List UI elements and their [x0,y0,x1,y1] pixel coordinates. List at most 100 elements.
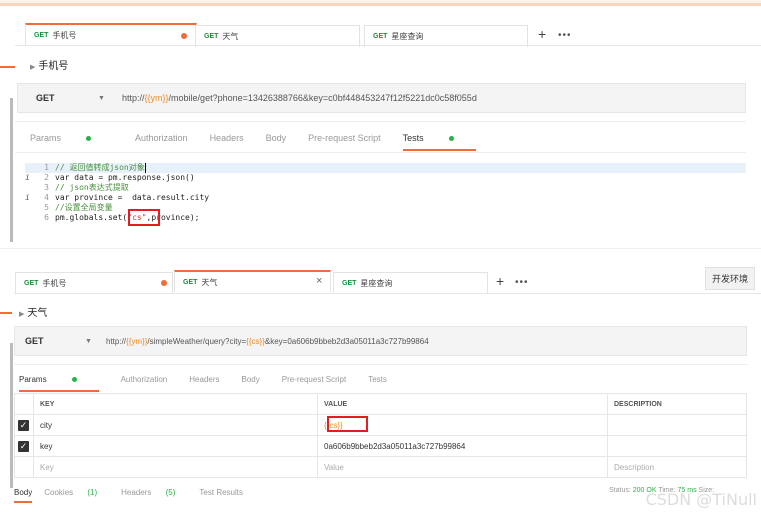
tab-method: GET [183,278,198,286]
tab-horoscope[interactable]: GET 星座查询 [364,25,528,47]
tab-tests-label: Tests [402,133,424,143]
left-accent-icon [0,312,12,314]
info-icon: i [25,193,30,202]
value-placeholder[interactable]: Value [317,456,608,478]
more-tabs-icon[interactable]: ••• [558,30,572,41]
request-name[interactable]: ▶ 手机号 [30,57,68,72]
tab-horoscope[interactable]: GET 星座查询 [333,272,488,294]
tab-phone[interactable]: GET 手机号 [25,23,197,45]
separator-line [0,248,761,249]
checkbox-checked-icon[interactable]: ✓ [18,440,29,452]
url-variable: {{ym}} [126,336,148,346]
tab-label: 星座查询 [391,32,424,41]
new-tab-plus-icon[interactable]: + [496,273,504,289]
description-placeholder[interactable]: Description [607,456,747,478]
method-select[interactable]: GET [36,93,55,103]
tab-weather[interactable]: GET 天气 × [174,270,331,292]
tab-authorization[interactable]: Authorization [135,133,188,143]
response-tab-cookies[interactable]: Cookies (1) [44,488,109,497]
code-line: i 2 var data = pm.response.json() [25,173,746,183]
tab-headers[interactable]: Headers [210,133,244,143]
new-tab-plus-icon[interactable]: + [538,26,546,42]
unsaved-dot-icon [181,33,187,39]
tab-prerequest-script[interactable]: Pre-request Script [308,133,381,143]
line-number: 1 [44,163,49,172]
url-bar: GET ▼ http://{{ym}}/simpleWeather/query?… [14,326,747,356]
tab-prerequest-script[interactable]: Pre-request Script [282,375,346,384]
more-tabs-icon[interactable]: ••• [515,277,529,288]
key-cell[interactable]: city [33,414,318,436]
key-cell[interactable]: key [33,435,318,457]
request-name[interactable]: ▶ 天气 [19,304,47,319]
collapse-caret-icon: ▶ [30,64,36,71]
tab-headers[interactable]: Headers [189,375,219,384]
cookies-count: (1) [87,488,98,497]
tab-label: 天气 [222,32,239,41]
request-name-text: 手机号 [38,61,69,72]
table-header-value: VALUE [317,393,608,415]
description-cell[interactable] [607,435,747,457]
left-accent-icon [0,66,15,68]
params-indicator-dot [71,377,77,383]
description-cell[interactable] [607,414,747,436]
tab-weather[interactable]: GET 天气 [195,25,360,47]
tab-params[interactable]: Params [19,375,99,392]
url-input[interactable]: http://{{ym}}/simpleWeather/query?city={… [106,337,429,346]
text-cursor [144,163,146,173]
environment-selector[interactable]: 开发环境 [705,267,756,290]
tabs-divider [14,293,761,294]
tab-body[interactable]: Body [266,133,287,143]
checkbox-checked-icon[interactable]: ✓ [18,419,29,431]
url-query: &key=0a606b9bbeb2d3a05011a3c727b99864 [264,336,429,346]
line-number: i2 [25,173,55,183]
code-text: // json表达式提取 [55,183,129,192]
left-gutter [0,26,15,42]
left-scrollbar[interactable] [10,343,13,488]
tab-method: GET [24,280,39,287]
url-variable: {{cs}} [246,336,265,346]
close-tab-icon[interactable]: × [316,275,322,287]
tab-phone[interactable]: GET 手机号 [15,272,173,294]
method-dropdown-icon[interactable]: ▼ [85,338,92,345]
method-dropdown-icon[interactable]: ▼ [98,95,105,102]
url-variable: {{ym}} [144,93,169,103]
tab-method: GET [204,33,219,40]
line-number: 6 [44,213,49,222]
tab-params-label: Params [19,375,47,384]
info-icon: i [25,173,30,182]
response-tab-headers[interactable]: Headers (5) [121,488,187,497]
tab-tests[interactable]: Tests [402,133,476,151]
tab-label: 手机号 [52,30,77,40]
cookies-label: Cookies [44,488,74,497]
table-header-key: KEY [33,393,318,415]
method-select[interactable]: GET [25,336,44,346]
row-checkbox-empty [14,456,34,478]
value-cell[interactable]: 0a606b9bbeb2d3a05011a3c727b99864 [317,435,608,457]
table-row-empty: Key Value Description [14,456,747,478]
code-line: 1 // 返回值转成json对象 [25,163,746,173]
tab-label: 天气 [201,277,218,287]
url-path: /mobile/get?phone=13426388766&key=c0bf44… [168,93,477,103]
headers-count: (5) [165,488,176,497]
row-checkbox[interactable]: ✓ [14,414,34,436]
tab-method: GET [34,31,49,39]
table-header-description: DESCRIPTION [607,393,747,415]
response-tab-body[interactable]: Body [14,488,33,503]
tab-params[interactable]: Params [30,133,113,143]
code-line: 3 // json表达式提取 [25,183,746,193]
tab-tests[interactable]: Tests [368,375,387,384]
request-name-text: 天气 [27,308,48,319]
status-label: Status: [609,487,631,494]
tab-method: GET [373,33,388,40]
row-checkbox[interactable]: ✓ [14,435,34,457]
tab-authorization[interactable]: Authorization [121,375,168,384]
line-number: 3 [44,183,49,192]
csdn-watermark: CSDN @TiNull [645,490,757,509]
collapse-caret-icon: ▶ [19,311,25,318]
response-tab-test-results[interactable]: Test Results [199,488,243,497]
highlight-box [128,209,160,226]
left-scrollbar[interactable] [10,98,13,242]
url-input[interactable]: http://{{ym}}/mobile/get?phone=134263887… [122,93,477,103]
key-placeholder[interactable]: Key [33,456,318,478]
tab-body[interactable]: Body [242,375,260,384]
